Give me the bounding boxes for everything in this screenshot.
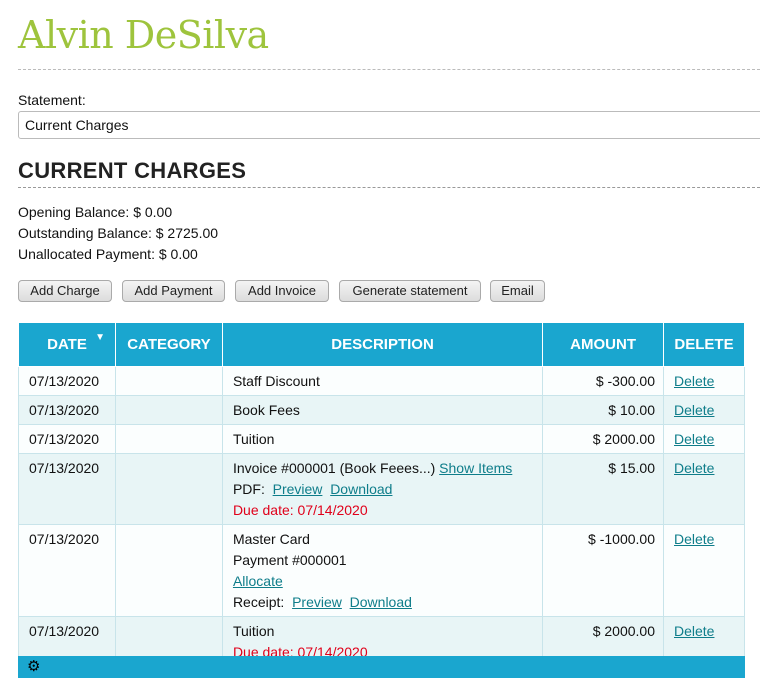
delete-link[interactable]: Delete bbox=[674, 623, 714, 639]
row-amount: $ -1000.00 bbox=[542, 524, 664, 617]
table-row: 07/13/2020 Staff Discount $ -300.00 Dele… bbox=[18, 366, 745, 396]
payment-number: Payment #000001 bbox=[232, 552, 347, 568]
charges-table: DATE ▼ CATEGORY DESCRIPTION AMOUNT DELET… bbox=[18, 322, 745, 667]
row-date: 07/13/2020 bbox=[18, 453, 116, 525]
delete-link[interactable]: Delete bbox=[674, 531, 714, 547]
pdf-label: PDF: bbox=[232, 481, 265, 497]
charge-title: Tuition bbox=[232, 623, 275, 639]
row-date: 07/13/2020 bbox=[18, 366, 116, 396]
row-category bbox=[114, 366, 223, 396]
table-header-row: DATE ▼ CATEGORY DESCRIPTION AMOUNT DELET… bbox=[18, 322, 745, 367]
delete-column-header: DELETE bbox=[663, 322, 745, 367]
pdf-download-link[interactable]: Download bbox=[330, 481, 392, 497]
section-divider bbox=[18, 187, 760, 188]
row-amount: $ 2000.00 bbox=[542, 424, 664, 454]
row-category bbox=[114, 395, 223, 425]
due-date: Due date: 07/14/2020 bbox=[232, 502, 368, 518]
date-header-label: DATE bbox=[47, 336, 87, 353]
row-category bbox=[114, 424, 223, 454]
row-date: 07/13/2020 bbox=[18, 424, 116, 454]
table-row: 07/13/2020 Master Card Payment #000001 A… bbox=[18, 524, 745, 617]
receipt-label: Receipt: bbox=[232, 594, 285, 610]
allocate-link[interactable]: Allocate bbox=[233, 573, 283, 589]
delete-link[interactable]: Delete bbox=[674, 402, 714, 418]
title-divider bbox=[18, 69, 760, 70]
row-amount: $ 10.00 bbox=[542, 395, 664, 425]
row-description: Master Card Payment #000001 Allocate Rec… bbox=[221, 524, 544, 617]
statement-select[interactable]: Current Charges bbox=[18, 111, 760, 139]
generate-statement-button[interactable]: Generate statement bbox=[339, 280, 481, 302]
outstanding-balance: Outstanding Balance: $ 2725.00 bbox=[18, 225, 219, 241]
receipt-preview-link[interactable]: Preview bbox=[292, 594, 342, 610]
sort-desc-icon[interactable]: ▼ bbox=[95, 332, 105, 343]
table-row: 07/13/2020 Invoice #000001 (Book Feees..… bbox=[18, 453, 745, 525]
invoice-title: Invoice #000001 (Book Feees...) bbox=[232, 460, 436, 476]
description-column-header[interactable]: DESCRIPTION bbox=[221, 322, 544, 367]
section-title: CURRENT CHARGES bbox=[18, 158, 247, 183]
gear-icon[interactable]: ⚙ bbox=[27, 657, 40, 677]
row-category bbox=[114, 524, 223, 617]
table-row: 07/13/2020 Book Fees $ 10.00 Delete bbox=[18, 395, 745, 425]
payment-method: Master Card bbox=[232, 531, 310, 547]
table-row: 07/13/2020 Tuition $ 2000.00 Delete bbox=[18, 424, 745, 454]
date-column-header[interactable]: DATE ▼ bbox=[18, 322, 116, 367]
delete-link[interactable]: Delete bbox=[674, 373, 714, 389]
receipt-download-link[interactable]: Download bbox=[350, 594, 412, 610]
row-category bbox=[114, 453, 223, 525]
amount-column-header[interactable]: AMOUNT bbox=[542, 322, 664, 367]
email-button[interactable]: Email bbox=[490, 280, 545, 302]
page-title: Alvin DeSilva bbox=[18, 13, 269, 57]
add-invoice-button[interactable]: Add Invoice bbox=[235, 280, 329, 302]
row-description: Staff Discount bbox=[221, 366, 544, 396]
show-items-link[interactable]: Show Items bbox=[439, 460, 512, 476]
statement-label: Statement: bbox=[18, 92, 86, 108]
opening-balance: Opening Balance: $ 0.00 bbox=[18, 204, 173, 220]
row-description: Invoice #000001 (Book Feees...) Show Ite… bbox=[221, 453, 544, 525]
row-date: 07/13/2020 bbox=[18, 524, 116, 617]
row-description: Book Fees bbox=[221, 395, 544, 425]
delete-link[interactable]: Delete bbox=[674, 431, 714, 447]
row-date: 07/13/2020 bbox=[18, 395, 116, 425]
row-description: Tuition bbox=[221, 424, 544, 454]
delete-link[interactable]: Delete bbox=[674, 460, 714, 476]
category-column-header[interactable]: CATEGORY bbox=[114, 322, 223, 367]
row-amount: $ -300.00 bbox=[542, 366, 664, 396]
row-amount: $ 15.00 bbox=[542, 453, 664, 525]
add-payment-button[interactable]: Add Payment bbox=[122, 280, 225, 302]
unallocated-payment: Unallocated Payment: $ 0.00 bbox=[18, 246, 198, 262]
add-charge-button[interactable]: Add Charge bbox=[18, 280, 112, 302]
table-footer: ⚙ bbox=[18, 656, 745, 678]
pdf-preview-link[interactable]: Preview bbox=[273, 481, 323, 497]
